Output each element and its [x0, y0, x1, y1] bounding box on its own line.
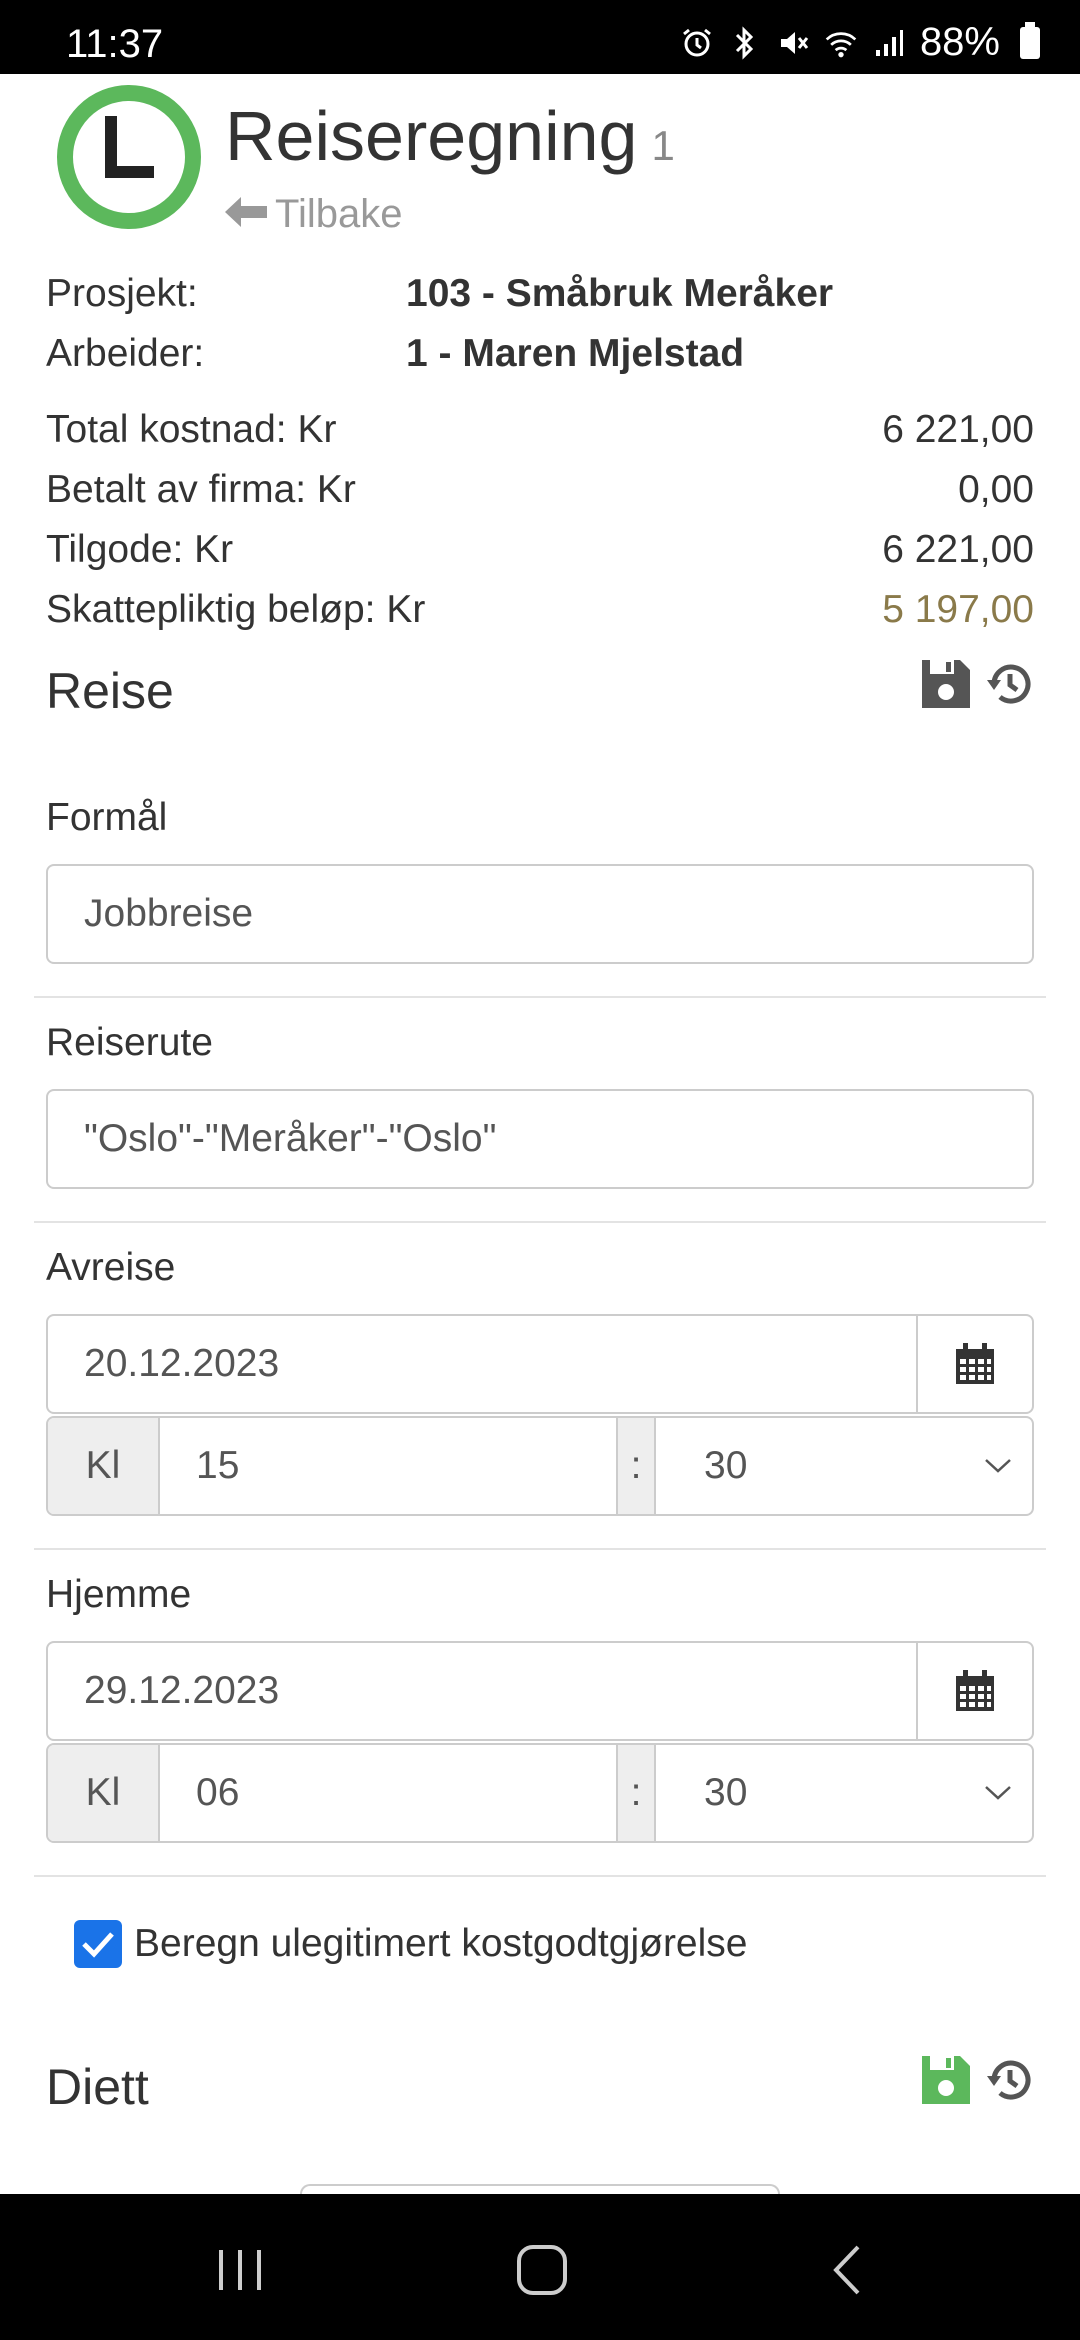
home-hour-value: 06 [196, 1771, 240, 1814]
purpose-value: Jobbreise [84, 892, 254, 935]
project-value: 103 - Småbruk Meråker [406, 272, 834, 315]
alarm-icon [680, 24, 714, 62]
save-icon[interactable] [920, 658, 972, 715]
arrow-left-icon [225, 192, 267, 237]
home-button[interactable] [502, 2230, 582, 2310]
check-icon [82, 1932, 114, 1958]
departure-time-separator: : [616, 1418, 656, 1514]
home-minute-select[interactable]: 30 [656, 1745, 1032, 1841]
home-label: Hjemme [46, 1573, 192, 1616]
home-time-separator: : [616, 1745, 656, 1841]
home-date-input[interactable]: 29.12.2023 [48, 1643, 916, 1739]
history-icon[interactable] [986, 660, 1034, 713]
back-nav-button[interactable] [806, 2230, 886, 2310]
departure-hour-input[interactable]: 15 [160, 1418, 616, 1514]
wifi-icon [824, 24, 858, 62]
worker-value: 1 - Maren Mjelstad [406, 332, 745, 375]
departure-date-field: 20.12.2023 [46, 1314, 1034, 1414]
chevron-down-icon [985, 1459, 1011, 1473]
kostgodtgjorelse-checkbox[interactable] [74, 1920, 122, 1968]
home-time-field: Kl 06 : 30 [46, 1743, 1034, 1843]
departure-time-field: Kl 15 : 30 [46, 1416, 1034, 1516]
history-icon[interactable] [986, 2056, 1034, 2109]
due-label: Tilgode: Kr [46, 528, 234, 571]
home-minute-value: 30 [704, 1771, 748, 1814]
reise-section-title: Reise [46, 663, 174, 719]
home-calendar-button[interactable] [916, 1643, 1032, 1739]
purpose-label: Formål [46, 796, 168, 839]
kostgodtgjorelse-option: Beregn ulegitimert kostgodtgjørelse [74, 1920, 747, 1968]
departure-date-input[interactable]: 20.12.2023 [48, 1316, 916, 1412]
purpose-input[interactable]: Jobbreise [46, 864, 1034, 964]
status-bar: 11:37 88% [0, 0, 1080, 74]
departure-minute-select[interactable]: 30 [656, 1418, 1032, 1514]
battery-icon [1020, 21, 1040, 59]
divider [34, 996, 1046, 998]
recents-icon [219, 2250, 261, 2290]
departure-hour-value: 15 [196, 1444, 240, 1487]
status-time: 11:37 [66, 22, 164, 66]
departure-date-value: 20.12.2023 [84, 1342, 280, 1385]
kostgodtgjorelse-label: Beregn ulegitimert kostgodtgjørelse [134, 1922, 748, 1965]
save-icon[interactable] [920, 2054, 972, 2111]
calendar-icon [956, 1670, 994, 1711]
battery-percent: 88% [919, 20, 1000, 64]
recents-button[interactable] [200, 2230, 280, 2310]
back-link-label: Tilbake [275, 192, 403, 236]
page-title: Reiseregning 1 [225, 96, 675, 176]
taxable-value: 5 197,00 [882, 588, 1034, 631]
taxable-label: Skattepliktig beløp: Kr [46, 588, 426, 631]
status-icons: 88% [680, 20, 1040, 65]
back-link[interactable]: Tilbake [225, 192, 402, 237]
home-icon [517, 2245, 567, 2295]
signal-icon [872, 24, 906, 62]
diett-section-title: Diett [46, 2059, 149, 2115]
departure-kl-addon: Kl [48, 1418, 160, 1514]
page-title-text: Reiseregning [225, 97, 638, 175]
calendar-icon [956, 1343, 994, 1384]
divider [34, 1548, 1046, 1550]
home-hour-input[interactable]: 06 [160, 1745, 616, 1841]
home-date-value: 29.12.2023 [84, 1669, 280, 1712]
reise-actions [920, 658, 1034, 715]
system-nav-bar [0, 2194, 1080, 2340]
mute-icon [776, 24, 810, 62]
route-label: Reiserute [46, 1021, 213, 1064]
bluetooth-icon [728, 24, 762, 62]
paid-by-company-label: Betalt av firma: Kr [46, 468, 356, 511]
total-cost-value: 6 221,00 [882, 408, 1034, 451]
home-kl-addon: Kl [48, 1745, 160, 1841]
departure-minute-value: 30 [704, 1444, 748, 1487]
clock-logo-icon [56, 84, 202, 230]
divider [34, 1221, 1046, 1223]
paid-by-company-value: 0,00 [958, 468, 1034, 511]
back-nav-icon [833, 2245, 860, 2295]
worker-label: Arbeider: [46, 332, 205, 375]
route-value: "Oslo"-"Meråker"-"Oslo" [84, 1117, 497, 1160]
diett-actions [920, 2054, 1034, 2111]
home-date-field: 29.12.2023 [46, 1641, 1034, 1741]
divider [34, 1875, 1046, 1877]
record-count: 1 [651, 122, 675, 169]
chevron-down-icon [985, 1786, 1011, 1800]
route-input[interactable]: "Oslo"-"Meråker"-"Oslo" [46, 1089, 1034, 1189]
total-cost-label: Total kostnad: Kr [46, 408, 337, 451]
departure-calendar-button[interactable] [916, 1316, 1032, 1412]
project-label: Prosjekt: [46, 272, 198, 315]
due-value: 6 221,00 [882, 528, 1034, 571]
departure-label: Avreise [46, 1246, 176, 1289]
